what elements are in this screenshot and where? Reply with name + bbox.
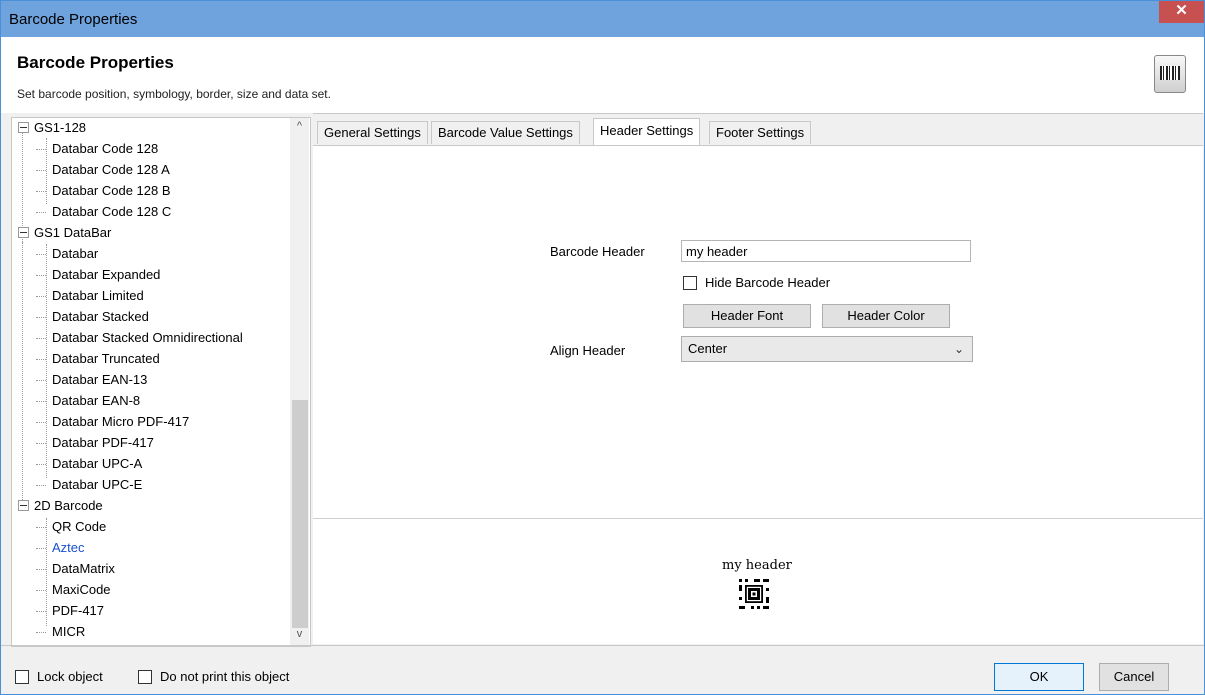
tree-item[interactable]: Databar Code 128 A bbox=[36, 160, 170, 180]
barcode-header-input[interactable]: my header bbox=[681, 240, 971, 262]
tree-item[interactable]: Databar Code 128 bbox=[36, 139, 158, 159]
scrollbar-thumb[interactable] bbox=[292, 400, 308, 628]
tree-item[interactable]: Databar bbox=[36, 244, 98, 264]
tree-item[interactable]: Databar Stacked bbox=[36, 307, 149, 327]
tree-group-gs1-128[interactable]: GS1-128 bbox=[12, 118, 86, 138]
tree-group-2d-barcode[interactable]: 2D Barcode bbox=[12, 496, 103, 516]
lock-object-checkbox[interactable] bbox=[15, 669, 29, 684]
tree-item[interactable]: Databar PDF-417 bbox=[36, 433, 154, 453]
tab-header-settings[interactable]: Header Settings bbox=[593, 118, 701, 145]
align-header-select[interactable]: Center ⌄ bbox=[681, 336, 973, 362]
tree-group-label: GS1-128 bbox=[34, 120, 87, 135]
align-header-value: Center bbox=[688, 341, 728, 356]
dialog-footer: Lock object Do not print this object OK … bbox=[1, 649, 1204, 694]
tree-group-label: GS1 DataBar bbox=[34, 225, 112, 240]
symbology-tree[interactable]: GS1-128 Databar Code 128 Databar Code 12… bbox=[11, 117, 311, 647]
tree-item[interactable]: Databar Limited bbox=[36, 286, 144, 306]
preview-divider bbox=[313, 518, 1203, 519]
tree-item[interactable]: MaxiCode bbox=[36, 580, 111, 600]
tree-item[interactable]: Databar EAN-8 bbox=[36, 391, 140, 411]
collapse-icon[interactable] bbox=[18, 122, 29, 134]
page-title: Barcode Properties bbox=[17, 53, 174, 72]
tab-general-settings[interactable]: General Settings bbox=[317, 121, 428, 144]
dialog-header: Barcode Properties Set barcode position,… bbox=[1, 37, 1204, 113]
tree-scrollbar[interactable]: ^ v bbox=[290, 118, 309, 646]
tree-item[interactable]: Databar UPC-E bbox=[36, 475, 142, 495]
tree-item-selected[interactable]: Aztec bbox=[36, 538, 85, 558]
tree-item[interactable]: Databar Truncated bbox=[36, 349, 160, 369]
tree-item[interactable]: Databar EAN-13 bbox=[36, 370, 147, 390]
lock-object-checkbox-row[interactable]: Lock object bbox=[15, 668, 103, 686]
tree-item[interactable]: Databar Micro PDF-417 bbox=[36, 412, 189, 432]
tree-item[interactable]: Databar UPC-A bbox=[36, 454, 142, 474]
barcode-scanner-icon bbox=[1154, 55, 1186, 93]
close-icon[interactable]: ✕ bbox=[1159, 1, 1204, 23]
lock-object-label: Lock object bbox=[37, 669, 103, 684]
tree-item[interactable]: Databar Code 128 B bbox=[36, 181, 171, 201]
do-not-print-checkbox-row[interactable]: Do not print this object bbox=[138, 668, 289, 686]
preview-header-text: my header bbox=[722, 558, 792, 573]
hide-header-label: Hide Barcode Header bbox=[705, 275, 831, 290]
align-header-label: Align Header bbox=[550, 343, 626, 358]
ok-button[interactable]: OK bbox=[994, 663, 1084, 691]
barcode-properties-dialog: Barcode Properties ✕ Barcode Properties … bbox=[0, 0, 1205, 695]
tree-item[interactable]: MICR bbox=[36, 622, 85, 642]
hide-header-checkbox[interactable] bbox=[683, 275, 697, 290]
page-description: Set barcode position, symbology, border,… bbox=[17, 87, 331, 101]
window-title: Barcode Properties bbox=[9, 11, 138, 28]
aztec-barcode-preview bbox=[739, 579, 769, 609]
tree-item[interactable]: Databar Expanded bbox=[36, 265, 160, 285]
tab-footer-settings[interactable]: Footer Settings bbox=[709, 121, 812, 144]
title-bar: Barcode Properties ✕ bbox=[1, 1, 1204, 37]
do-not-print-label: Do not print this object bbox=[160, 669, 290, 684]
chevron-down-icon: ⌄ bbox=[953, 342, 964, 356]
header-separator bbox=[313, 113, 1203, 114]
tree-item[interactable]: PDF-417 bbox=[36, 601, 104, 621]
tree-group-gs1-databar[interactable]: GS1 DataBar bbox=[12, 223, 111, 243]
header-color-button[interactable]: Header Color bbox=[822, 304, 950, 328]
scroll-up-icon[interactable]: ^ bbox=[290, 120, 309, 138]
do-not-print-checkbox[interactable] bbox=[138, 669, 152, 684]
tree-item[interactable]: DataMatrix bbox=[36, 559, 115, 579]
footer-separator bbox=[1, 645, 1204, 646]
tree-group-label: 2D Barcode bbox=[34, 498, 103, 513]
tree-item[interactable]: QR Code bbox=[36, 517, 106, 537]
tree-item[interactable]: Databar Code 128 C bbox=[36, 202, 171, 222]
header-settings-panel: Barcode Header my header Hide Barcode He… bbox=[313, 145, 1203, 644]
cancel-button[interactable]: Cancel bbox=[1099, 663, 1169, 691]
tab-barcode-value-settings[interactable]: Barcode Value Settings bbox=[431, 121, 580, 144]
scroll-down-icon[interactable]: v bbox=[290, 628, 309, 646]
collapse-icon[interactable] bbox=[18, 500, 29, 512]
header-font-button[interactable]: Header Font bbox=[683, 304, 811, 328]
tree-item[interactable]: Databar Stacked Omnidirectional bbox=[36, 328, 243, 348]
collapse-icon[interactable] bbox=[18, 227, 29, 239]
barcode-header-label: Barcode Header bbox=[550, 244, 645, 259]
hide-header-checkbox-row[interactable]: Hide Barcode Header bbox=[683, 274, 830, 292]
